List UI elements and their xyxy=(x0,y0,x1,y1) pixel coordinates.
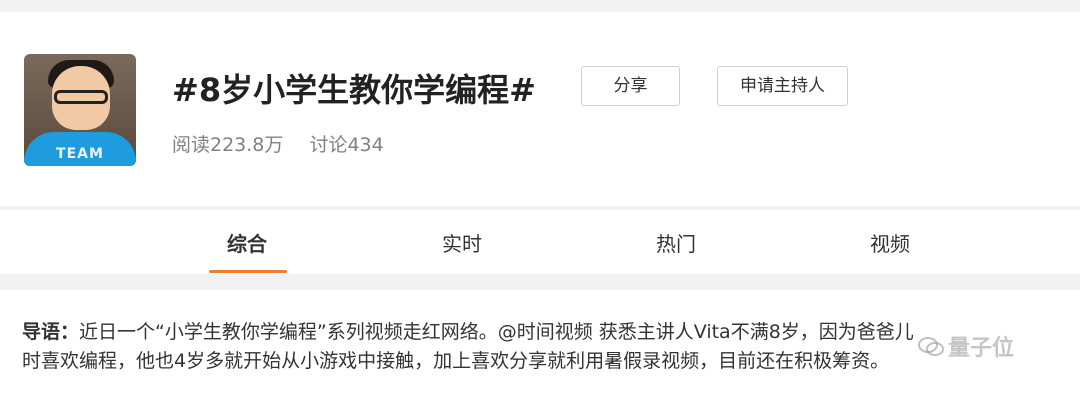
intro-line-2: 时喜欢编程，他也4岁多就开始从小游戏中接触，加上喜欢分享就利用暑假录视频，目前还… xyxy=(22,350,890,372)
apply-host-button[interactable]: 申请主持人 xyxy=(717,66,848,106)
avatar-shirt-text: TEAM xyxy=(56,146,104,162)
tab-bar: 综合 实时 热门 视频 xyxy=(0,210,1080,274)
topic-stats: 阅读223.8万 讨论434 xyxy=(172,130,404,157)
share-button[interactable]: 分享 xyxy=(581,66,680,106)
topic-header-card: TEAM #8岁小学生教你学编程# 分享 申请主持人 阅读223.8万 讨论43… xyxy=(0,12,1080,206)
avatar-glasses xyxy=(54,90,108,104)
topic-title: #8岁小学生教你学编程# xyxy=(172,71,536,109)
read-count: 阅读223.8万 xyxy=(172,134,284,156)
tab-realtime[interactable]: 实时 xyxy=(442,228,482,257)
watermark: 量子位 xyxy=(918,330,1014,362)
intro-label: 导语： xyxy=(22,321,80,343)
intro-line-1: 近日一个“小学生教你学编程”系列视频走红网络。@时间视频 获悉主讲人Vita不满… xyxy=(79,321,914,343)
topic-avatar[interactable]: TEAM xyxy=(24,54,136,166)
discussion-count: 讨论434 xyxy=(309,134,384,156)
tab-comprehensive[interactable]: 综合 xyxy=(227,228,267,257)
top-strip xyxy=(0,0,1080,12)
wechat-icon xyxy=(918,337,944,356)
intro-text: 导语：近日一个“小学生教你学编程”系列视频走红网络。@时间视频 获悉主讲人Vit… xyxy=(22,318,1062,376)
tab-hot[interactable]: 热门 xyxy=(656,228,696,257)
active-tab-indicator xyxy=(209,270,287,273)
watermark-text: 量子位 xyxy=(948,336,1015,361)
tab-video[interactable]: 视频 xyxy=(870,228,910,257)
